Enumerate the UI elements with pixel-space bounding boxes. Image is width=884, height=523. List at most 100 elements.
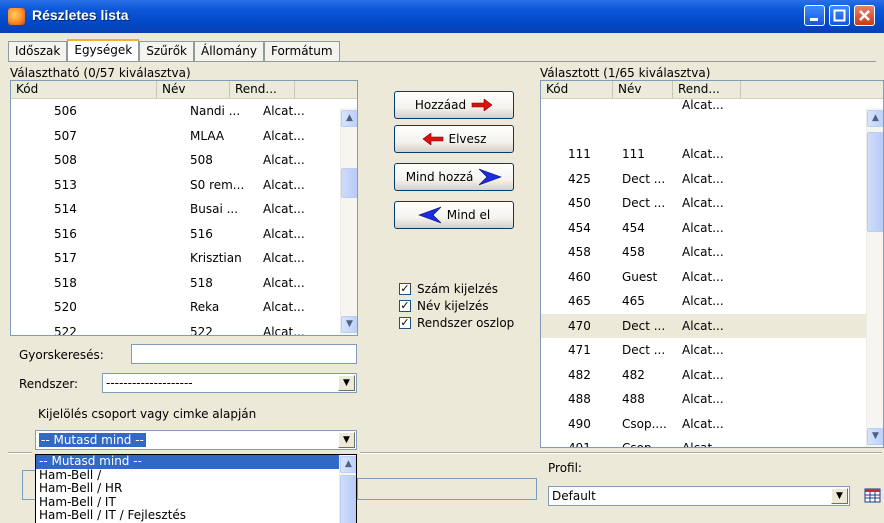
available-list-scrollbar[interactable]: ▲ ▼ bbox=[340, 108, 357, 335]
cell-nev: Csop.... bbox=[617, 441, 677, 447]
tab-szurok[interactable]: Szűrők bbox=[139, 41, 194, 61]
group-select-value: -- Mutasd mind -- bbox=[39, 433, 146, 447]
available-list[interactable]: Kód Név Rend... 506 Nandi ... Alcat... 507 M… bbox=[10, 80, 358, 336]
tab-allomany[interactable]: Állomány bbox=[194, 41, 264, 61]
quick-search-input[interactable] bbox=[131, 344, 357, 364]
list-row[interactable]: 508 508 Alcat... bbox=[11, 148, 357, 173]
add-all-button[interactable]: Mind hozzá bbox=[394, 163, 514, 191]
list-row[interactable]: 482 482 Alcat... bbox=[541, 363, 883, 388]
list-row[interactable]: 516 516 Alcat... bbox=[11, 222, 357, 247]
checkbox-check-icon[interactable]: ✓ bbox=[399, 300, 411, 312]
scroll-thumb[interactable] bbox=[340, 475, 356, 523]
list-row[interactable]: 471 Dect ... Alcat... bbox=[541, 338, 883, 363]
list-row[interactable]: 111 111 Alcat... bbox=[541, 142, 883, 167]
show-number-checkbox[interactable]: ✓ Szám kijelzés bbox=[399, 282, 498, 296]
add-button[interactable]: Hozzáad bbox=[394, 91, 514, 119]
dropdown-option[interactable]: Ham-Bell / HR bbox=[36, 481, 356, 496]
list-row[interactable]: 520 Reka Alcat... bbox=[11, 295, 357, 320]
selected-list-scrollbar[interactable]: ▲ ▼ bbox=[866, 108, 883, 447]
list-row[interactable]: 513 S0 rem... Alcat... bbox=[11, 173, 357, 198]
list-row[interactable]: 465 465 Alcat... bbox=[541, 289, 883, 314]
dropdown-option[interactable]: -- Mutasd mind -- bbox=[36, 455, 356, 469]
dropdown-option[interactable]: Ham-Bell / IT bbox=[36, 495, 356, 510]
list-row[interactable]: 506 Nandi ... Alcat... bbox=[11, 99, 357, 124]
cell-kod: 516 bbox=[54, 226, 77, 241]
list-row[interactable]: 425 Dect ... Alcat... bbox=[541, 167, 883, 192]
cell-rendszer: Alcat... bbox=[682, 294, 724, 309]
tab-egysegek[interactable]: Egységek bbox=[67, 39, 140, 61]
remove-button-label: Elvesz bbox=[448, 132, 487, 146]
cell-nev: 458 bbox=[622, 245, 645, 260]
cell-kod: 507 bbox=[54, 128, 77, 143]
cell-nev: Nandi ... bbox=[190, 104, 241, 119]
list-row[interactable]: 507 MLAA Alcat... bbox=[11, 124, 357, 149]
list-row[interactable]: 518 518 Alcat... bbox=[11, 271, 357, 296]
group-dropdown-list[interactable]: -- Mutasd mind -- Ham-Bell / Ham-Bell / HR… bbox=[35, 454, 357, 523]
list-row[interactable]: Alcat... bbox=[541, 93, 883, 118]
cell-rendszer: Alcat... bbox=[682, 416, 724, 431]
list-row[interactable]: 458 458 Alcat... bbox=[541, 240, 883, 265]
close-icon bbox=[859, 10, 870, 21]
tab-formatum[interactable]: Formátum bbox=[263, 41, 340, 61]
scroll-up-icon[interactable]: ▲ bbox=[340, 456, 356, 473]
maximize-button[interactable] bbox=[829, 5, 850, 26]
cell-nev: MLAA bbox=[190, 128, 225, 143]
show-name-checkbox[interactable]: ✓ Név kijelzés bbox=[399, 299, 489, 313]
scroll-up-icon[interactable]: ▲ bbox=[341, 110, 357, 127]
group-select[interactable]: -- Mutasd mind -- ▼ bbox=[35, 430, 357, 450]
list-row[interactable]: 517 Krisztian Alcat... bbox=[11, 246, 357, 271]
cell-rendszer: Alcat... bbox=[263, 202, 305, 217]
profile-select-value: Default bbox=[552, 489, 596, 503]
list-row[interactable]: 460 Guest Alcat... bbox=[541, 265, 883, 290]
list-row[interactable]: 491Csop....Alcat... bbox=[541, 436, 883, 447]
show-system-checkbox[interactable]: ✓ Rendszer oszlop bbox=[399, 316, 514, 330]
scroll-up-icon[interactable]: ▲ bbox=[867, 110, 883, 127]
close-button[interactable] bbox=[854, 5, 875, 26]
tab-idoszak[interactable]: Időszak bbox=[8, 41, 68, 61]
list-row[interactable]: 490 Csop.... Alcat... bbox=[541, 412, 883, 437]
system-select[interactable]: -------------------- ▼ bbox=[102, 373, 357, 393]
list-row[interactable]: 470 Dect ... Alcat... bbox=[541, 313, 883, 338]
column-header-rendszer[interactable]: Rend... bbox=[230, 81, 295, 98]
cell-rendszer: Alcat... bbox=[682, 269, 724, 284]
dropdown-option[interactable]: Ham-Bell / IT / Fejlesztés bbox=[36, 508, 356, 523]
remove-button[interactable]: Elvesz bbox=[394, 125, 514, 153]
profile-select[interactable]: Default ▼ bbox=[548, 486, 850, 506]
list-row[interactable]: 514 Busai ... Alcat... bbox=[11, 197, 357, 222]
list-row[interactable] bbox=[541, 118, 883, 143]
available-list-caption: Választható (0/57 kiválasztva) bbox=[10, 66, 191, 80]
cell-nev: 454 bbox=[622, 220, 645, 235]
dropdown-option[interactable]: Ham-Bell / bbox=[36, 468, 356, 483]
scroll-thumb[interactable] bbox=[867, 132, 883, 232]
list-row[interactable]: 488 488 Alcat... bbox=[541, 387, 883, 412]
list-row[interactable]: 450 Dect ... Alcat... bbox=[541, 191, 883, 216]
scroll-down-icon[interactable]: ▼ bbox=[867, 428, 883, 445]
scroll-thumb[interactable] bbox=[341, 168, 357, 198]
chevron-down-icon[interactable]: ▼ bbox=[831, 488, 848, 504]
minimize-button[interactable] bbox=[804, 5, 825, 26]
cell-nev: 522 bbox=[190, 324, 213, 336]
system-select-value: -------------------- bbox=[106, 376, 193, 390]
available-list-header: Kód Név Rend... bbox=[11, 81, 357, 99]
cell-kod: 518 bbox=[54, 275, 77, 290]
app-icon bbox=[8, 8, 25, 25]
selected-list[interactable]: Kód Név Rend... Alcat... 111 111 Alcat... 42… bbox=[540, 80, 884, 448]
checkbox-check-icon[interactable]: ✓ bbox=[399, 317, 411, 329]
remove-all-button[interactable]: Mind el bbox=[394, 201, 514, 229]
tab-strip: Időszak Egységek Szűrők Állomány Formátu… bbox=[8, 39, 340, 61]
scroll-down-icon[interactable]: ▼ bbox=[341, 316, 357, 333]
chevron-down-icon[interactable]: ▼ bbox=[338, 432, 355, 448]
checkbox-check-icon[interactable]: ✓ bbox=[399, 283, 411, 295]
list-row[interactable]: 454 454 Alcat... bbox=[541, 216, 883, 241]
cell-rendszer: Alcat... bbox=[263, 300, 305, 315]
column-header-nev[interactable]: Név bbox=[157, 81, 230, 98]
profile-manager-button[interactable] bbox=[862, 486, 884, 506]
cell-nev: 482 bbox=[622, 367, 645, 382]
list-row[interactable]: 522 522 Alcat... bbox=[11, 320, 357, 336]
column-header-kod[interactable]: Kód bbox=[11, 81, 157, 98]
group-dropdown-scrollbar[interactable]: ▲ bbox=[339, 455, 356, 523]
cell-rendszer: Alcat... bbox=[682, 318, 724, 333]
show-system-label: Rendszer oszlop bbox=[417, 316, 515, 330]
chevron-down-icon[interactable]: ▼ bbox=[338, 375, 355, 391]
cell-kod: 490 bbox=[568, 416, 591, 431]
